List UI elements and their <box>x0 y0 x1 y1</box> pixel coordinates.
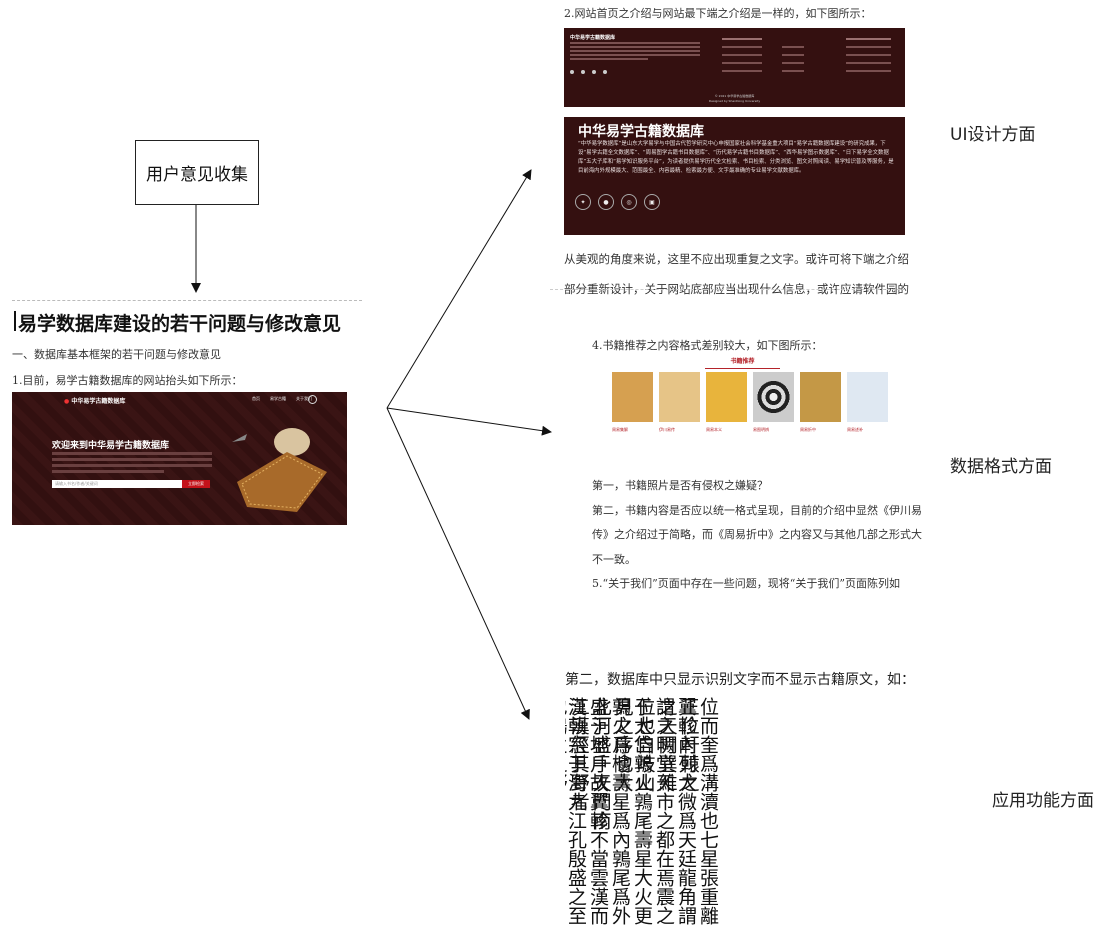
book-cover-1 <box>612 372 653 422</box>
book-cover-5 <box>800 372 841 422</box>
text-cursor <box>14 311 16 331</box>
book-title-4[interactable]: 易图明辨 <box>753 427 769 432</box>
facebook-icon[interactable]: ● <box>598 194 614 210</box>
footer-copyright: © 2021 中华易学古籍数据库 <box>714 94 755 98</box>
book-recommend-banner: 书籍推荐 <box>705 356 780 369</box>
hero-intro-text <box>52 452 212 473</box>
data-comment-line-1: 第一，书籍照片是否有侵权之嫌疑？ <box>592 479 768 492</box>
book-title-5[interactable]: 周易折中 <box>800 427 816 432</box>
ui-comment: 从美观的角度来说，这里不应出现重复之文字。或许可将下端之介绍 部分重新设计，关于… <box>564 244 909 304</box>
branch-label-ui: UI设计方面 <box>950 125 1036 145</box>
footer-intro-lines <box>570 42 700 60</box>
hero-logo-text: 中华易学古籍数据库 <box>71 398 126 405</box>
book-title-1[interactable]: 周易集解 <box>612 427 628 432</box>
facebook-icon[interactable] <box>581 70 585 74</box>
hero-nav-home[interactable]: 首页 <box>252 396 260 402</box>
arrow-to-data <box>386 407 552 436</box>
user-icon[interactable] <box>308 395 317 404</box>
footer-column-3 <box>846 38 891 72</box>
book-cover-6 <box>847 372 888 422</box>
ancient-text-column-5: 鶉火爲㯓壽星爲內鶉尾爲外北河盛于天門南 <box>589 697 631 925</box>
twitter-icon[interactable]: ✦ <box>575 194 591 210</box>
hero-screenshot: ● 中华易学古籍数据库 首页 易学古籍 关于我们 欢迎来到中华易学古籍数据库 请… <box>12 392 347 525</box>
data-comment-line-5: 5.“关于我们”页面中存在一些问题，现将“关于我们”页面陈列如 <box>592 577 900 590</box>
root-node-box: 用户意见收集 <box>135 140 259 205</box>
intro-card-social: ✦ ● ◎ ▣ <box>575 194 660 210</box>
document-item-1: 1.目前，易学古籍数据库的网站抬头如下所示： <box>12 374 243 387</box>
footer-title: 中华易学古籍数据库 <box>570 35 616 41</box>
hero-logo: ● 中华易学古籍数据库 <box>64 396 125 405</box>
data-comment-line-3: 传》之介绍过于简略，而《周易折中》之内容又与其他几部之形式大 <box>592 528 922 541</box>
instagram-icon[interactable] <box>592 70 596 74</box>
app-intro: 第二，数据库中只显示识别文字而不显示古籍原文，如： <box>565 672 915 688</box>
intro-card-title: 中华易学古籍数据库 <box>578 124 704 140</box>
ui-intro: 2.网站首页之介绍与网站最下端之介绍是一样的，如下图所示： <box>564 7 872 20</box>
hero-nav: 首页 易学古籍 关于我们 <box>252 396 312 402</box>
arrow-to-ui <box>386 169 532 409</box>
ancient-text-scan: 位而奎爲溝瀆也七星張重離正位軒轅之 翼軫內列大微爲天廷龍角謂之天闕巽維 謂之明堂… <box>565 697 720 932</box>
book-cover-2 <box>659 372 700 422</box>
branch-label-data: 数据格式方面 <box>950 457 1052 477</box>
ui-panel-bottom-edge <box>550 289 905 290</box>
ancient-text-column-1: 位而奎爲溝瀆也七星張重離正位軒轅之 <box>677 697 719 925</box>
arrow-to-app <box>386 407 530 720</box>
data-intro: 4.书籍推荐之内容格式差别较大，如下图所示： <box>592 339 823 352</box>
footer-column-1 <box>722 38 762 72</box>
ancient-text-column-3: 謂之明堂天市之都在焉震之位也自岐山 <box>633 697 675 925</box>
document-section-heading: 一、数据库基本框架的若干问题与修改意见 <box>12 348 221 361</box>
book-title-2[interactable]: 伊川易传 <box>659 427 675 432</box>
page-margin-line <box>12 300 362 302</box>
hero-search-button[interactable]: 立即检索 <box>182 480 210 488</box>
data-comment-line-4: 不一致。 <box>592 552 636 566</box>
root-node-label: 用户意见收集 <box>146 165 248 185</box>
twitter-icon[interactable] <box>570 70 574 74</box>
footer-screenshot: 中华易学古籍数据库 © 2021 中华易学古籍数据库 Designed by S… <box>564 28 905 107</box>
bronze-artifact-image <box>232 428 327 512</box>
hero-logo-mark: ● <box>64 398 70 405</box>
ancient-text-column-4: 于太岱鶉火鶉尾壽星大火更見之序也大 <box>611 697 653 925</box>
ancient-text-column-6: 盛于地戶故翼軫不當雲漢而江漢經其野者 <box>567 697 609 925</box>
footer-column-2 <box>782 46 804 72</box>
ancient-text-column-7: 漢朝宗于海九江孔殷盛之至也鶉火之野 <box>565 697 587 925</box>
hero-welcome: 欢迎来到中华易学古籍数据库 <box>52 441 170 451</box>
book-title-6[interactable]: 周易述补 <box>847 427 863 432</box>
ancient-text-column-2: 翼軫內列大微爲天廷龍角謂之天闕巽維 <box>655 697 697 925</box>
instagram-icon[interactable]: ◎ <box>621 194 637 210</box>
footer-social-icons <box>570 70 607 74</box>
hero-nav-books[interactable]: 易学古籍 <box>270 396 286 402</box>
intro-card-screenshot: 中华易学古籍数据库 “中华易学数据库”是山东大学易学与中国古代哲学研究中心申报国… <box>564 117 905 235</box>
branch-label-app: 应用功能方面 <box>992 791 1094 811</box>
data-comments: 第一，书籍照片是否有侵权之嫌疑？ 第二，书籍内容是否应以统一格式呈现，目前的介绍… <box>592 474 922 597</box>
linkedin-icon[interactable]: ▣ <box>644 194 660 210</box>
data-comment-line-2: 第二，书籍内容是否应以统一格式呈现，目前的介绍中显然《伊川易 <box>592 503 922 517</box>
document-title: 易学数据库建设的若干问题与修改意见 <box>18 313 342 335</box>
book-cover-4 <box>753 372 794 422</box>
ui-comment-line-1: 从美观的角度来说，这里不应出现重复之文字。或许可将下端之介绍 <box>564 252 909 266</box>
intro-card-text: “中华易学数据库”是山东大学易学与中国古代哲学研究中心申报国家社会科学基金重大项… <box>578 141 894 174</box>
linkedin-icon[interactable] <box>603 70 607 74</box>
hero-search-input[interactable]: 请输入书名/作者/关键词 <box>52 480 182 488</box>
book-grid: 周易集解 伊川易传 周易本义 易图明辨 周易折中 周易述补 <box>612 372 890 460</box>
book-cover-3 <box>706 372 747 422</box>
book-title-3[interactable]: 周易本义 <box>706 427 722 432</box>
footer-designed-by: Designed by ShanDong University <box>708 99 761 103</box>
